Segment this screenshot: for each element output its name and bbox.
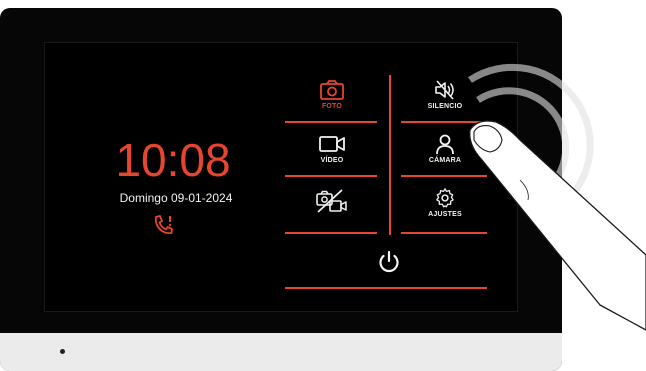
clock-time: 10:08: [115, 134, 231, 186]
user-icon: [436, 134, 454, 155]
video-button[interactable]: VÍDEO: [292, 133, 372, 181]
intercom-monitor: 10:08 Domingo 09-01-2024 FOTO SILENCIO V…: [0, 8, 562, 371]
video-label: VÍDEO: [320, 157, 344, 164]
camera-icon: [320, 80, 344, 100]
device-bezel-bottom: [0, 333, 562, 371]
power-icon[interactable]: [375, 248, 403, 276]
foto-label: FOTO: [321, 103, 343, 110]
camara-button[interactable]: CÁMARA: [405, 133, 485, 181]
menu-divider-bottom: [285, 287, 487, 289]
ajustes-label: AJUSTES: [428, 211, 462, 218]
camara-label: CÁMARA: [428, 157, 462, 164]
speaker-mute-icon: [435, 80, 454, 100]
status-led: [60, 349, 65, 354]
silencio-button[interactable]: SILENCIO: [405, 79, 485, 127]
missed-call-icon[interactable]: [151, 213, 177, 239]
ajustes-button[interactable]: AJUSTES: [405, 187, 485, 235]
touch-screen: 10:08 Domingo 09-01-2024 FOTO SILENCIO V…: [44, 42, 518, 312]
menu-divider-vertical: [389, 75, 391, 235]
gear-icon: [436, 188, 454, 208]
clock-date: Domingo 09-01-2024: [119, 191, 233, 205]
video-camera-icon: [319, 136, 345, 152]
silencio-label: SILENCIO: [427, 103, 463, 110]
foto-button[interactable]: FOTO: [292, 79, 372, 127]
camera-off-button[interactable]: [292, 187, 372, 235]
camera-off-icon: [316, 189, 347, 213]
